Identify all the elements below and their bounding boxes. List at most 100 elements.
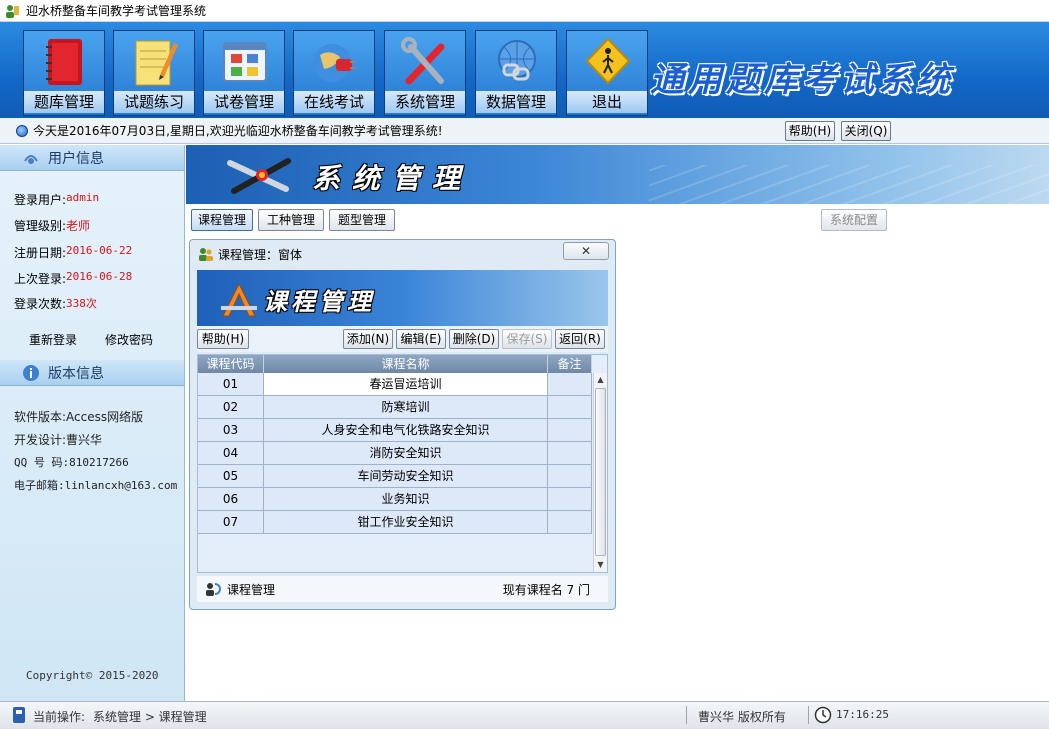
toolbar-button-label: 数据管理 bbox=[476, 91, 556, 113]
info-register-date: 注册日期: 2016-06-22 bbox=[14, 244, 132, 261]
content-area: 系统管理 课程管理 工种管理 题型管理 系统配置 课程管理：窗体 ✕ 课程管理 … bbox=[186, 145, 1049, 701]
course-window-toolbar: 帮助(H) 添加(N) 编辑(E) 删除(D) 保存(S) 返回(R) bbox=[197, 326, 608, 352]
status-divider bbox=[808, 706, 809, 724]
status-divider bbox=[686, 706, 687, 724]
compass-letter-icon bbox=[219, 282, 259, 318]
column-header-note[interactable]: 备注 bbox=[548, 355, 592, 373]
globe-dot-icon bbox=[16, 124, 28, 137]
version-info-header: 版本信息 bbox=[0, 360, 184, 386]
cell-name: 业务知识 bbox=[264, 488, 548, 511]
table-row[interactable]: 03 人身安全和电气化铁路安全知识 bbox=[198, 419, 592, 442]
course-window-status: 课程管理 现有课程名 7 门 bbox=[197, 576, 608, 602]
tab-job-type[interactable]: 工种管理 bbox=[258, 209, 324, 231]
user-info-header: 用户信息 bbox=[0, 145, 184, 171]
info-label: 上次登录: bbox=[14, 272, 67, 286]
column-header-name[interactable]: 课程名称 bbox=[264, 355, 548, 373]
section-banner: 系统管理 bbox=[186, 145, 1049, 204]
toolbar-button-label: 试卷管理 bbox=[204, 91, 284, 113]
cell-note bbox=[548, 511, 592, 534]
table-row[interactable]: 05 车间劳动安全知识 bbox=[198, 465, 592, 488]
change-password-link[interactable]: 修改密码 bbox=[105, 331, 153, 348]
cell-note bbox=[548, 373, 592, 396]
info-label: 管理级别: bbox=[14, 219, 67, 233]
info-label: 注册日期: bbox=[14, 246, 67, 260]
help-button[interactable]: 帮助(H) bbox=[785, 121, 835, 141]
cell-code: 01 bbox=[198, 373, 264, 396]
tools-icon bbox=[401, 35, 451, 91]
toolbar-button-practice[interactable]: 试题练习 bbox=[113, 30, 195, 116]
table-row[interactable]: 01 春运冒运培训 bbox=[198, 373, 592, 396]
scroll-down-icon[interactable]: ▼ bbox=[594, 558, 607, 572]
version-info-title: 版本信息 bbox=[48, 365, 104, 382]
tools-banner-icon bbox=[226, 153, 296, 197]
toolbar-button-data[interactable]: 数据管理 bbox=[475, 30, 557, 116]
course-edit-button[interactable]: 编辑(E) bbox=[396, 329, 446, 349]
course-save-button[interactable]: 保存(S) bbox=[502, 329, 552, 349]
toolbar-button-system[interactable]: 系统管理 bbox=[384, 30, 466, 116]
main-toolbar: 题库管理 试题练习 试卷管理 在线考试 系统管理 数据管理 退出 通用题库考试系… bbox=[0, 22, 1049, 118]
toolbar-button-paper[interactable]: 试卷管理 bbox=[203, 30, 285, 116]
system-config-button[interactable]: 系统配置 bbox=[821, 209, 887, 231]
cell-code: 06 bbox=[198, 488, 264, 511]
toolbar-button-online-exam[interactable]: 在线考试 bbox=[293, 30, 375, 116]
course-status-label: 课程管理 bbox=[227, 582, 276, 597]
cell-name: 人身安全和电气化铁路安全知识 bbox=[264, 419, 548, 442]
column-header-code[interactable]: 课程代码 bbox=[198, 355, 264, 373]
toolbar-button-label: 在线考试 bbox=[294, 91, 374, 113]
course-grid: 课程代码 课程名称 备注 01 春运冒运培训 02 防寒培训 03 人身安全和电… bbox=[197, 354, 608, 573]
cell-name: 春运冒运培训 bbox=[264, 373, 548, 396]
version-qq: QQ 号 码:810217266 bbox=[14, 456, 129, 469]
info-value: admin bbox=[66, 191, 100, 204]
info-login-user: 登录用户: admin bbox=[14, 191, 99, 208]
info-label: 登录用户: bbox=[14, 193, 67, 207]
grid-vertical-scrollbar[interactable]: ▲ ▼ bbox=[593, 373, 607, 572]
copyright-text: Copyright© 2015-2020 bbox=[26, 669, 159, 682]
course-window-title: 课程管理：窗体 bbox=[218, 247, 303, 262]
table-row[interactable]: 04 消防安全知识 bbox=[198, 442, 592, 465]
window-title: 迎水桥整备车间教学考试管理系统 bbox=[26, 4, 207, 18]
course-add-button[interactable]: 添加(N) bbox=[343, 329, 393, 349]
tab-question-type[interactable]: 题型管理 bbox=[329, 209, 395, 231]
current-op-label: 当前操作: bbox=[33, 710, 86, 724]
cell-code: 02 bbox=[198, 396, 264, 419]
cell-code: 04 bbox=[198, 442, 264, 465]
scroll-up-icon[interactable]: ▲ bbox=[594, 373, 607, 387]
version-developer: 开发设计:曹兴华 bbox=[14, 433, 103, 447]
cell-code: 07 bbox=[198, 511, 264, 534]
toolbar-button-label: 试题练习 bbox=[114, 91, 194, 113]
course-delete-button[interactable]: 删除(D) bbox=[449, 329, 499, 349]
window-close-button[interactable]: ✕ bbox=[563, 242, 609, 260]
close-button[interactable]: 关闭(Q) bbox=[841, 121, 891, 141]
copyright-owner: 曹兴华 版权所有 bbox=[698, 710, 786, 724]
grid-header: 课程代码 课程名称 备注 bbox=[198, 355, 592, 373]
course-back-button[interactable]: 返回(R) bbox=[555, 329, 605, 349]
cell-note bbox=[548, 419, 592, 442]
scroll-thumb[interactable] bbox=[595, 388, 606, 556]
title-bar: 迎水桥整备车间教学考试管理系统 bbox=[0, 0, 1049, 22]
course-help-button[interactable]: 帮助(H) bbox=[197, 329, 249, 349]
cell-note bbox=[548, 488, 592, 511]
notepad-pencil-icon bbox=[130, 35, 180, 91]
book-icon bbox=[40, 35, 90, 91]
toolbar-button-exit[interactable]: 退出 bbox=[566, 30, 648, 116]
operation-icon bbox=[12, 706, 26, 727]
info-value: 2016-06-28 bbox=[66, 270, 133, 283]
table-row[interactable]: 02 防寒培训 bbox=[198, 396, 592, 419]
info-value: 老师 bbox=[66, 219, 91, 233]
current-op-path: 系统管理 > 课程管理 bbox=[93, 710, 207, 724]
version-software: 软件版本:Access网络版 bbox=[14, 410, 144, 424]
globe-plug-icon bbox=[310, 35, 360, 91]
welcome-text: 今天是2016年07月03日,星期日,欢迎光临迎水桥整备车间教学考试管理系统! bbox=[33, 124, 443, 138]
table-row[interactable]: 07 钳工作业安全知识 bbox=[198, 511, 592, 534]
relogin-link[interactable]: 重新登录 bbox=[29, 331, 77, 348]
tab-course[interactable]: 课程管理 bbox=[191, 209, 253, 231]
info-label: 登录次数: bbox=[14, 297, 67, 311]
info-last-login: 上次登录: 2016-06-28 bbox=[14, 270, 132, 287]
cell-code: 03 bbox=[198, 419, 264, 442]
toolbar-button-question-bank[interactable]: 题库管理 bbox=[23, 30, 105, 116]
data-link-icon bbox=[492, 35, 542, 91]
info-level: 管理级别: 老师 bbox=[14, 217, 90, 234]
cell-name: 钳工作业安全知识 bbox=[264, 511, 548, 534]
table-row[interactable]: 06 业务知识 bbox=[198, 488, 592, 511]
cell-name: 车间劳动安全知识 bbox=[264, 465, 548, 488]
